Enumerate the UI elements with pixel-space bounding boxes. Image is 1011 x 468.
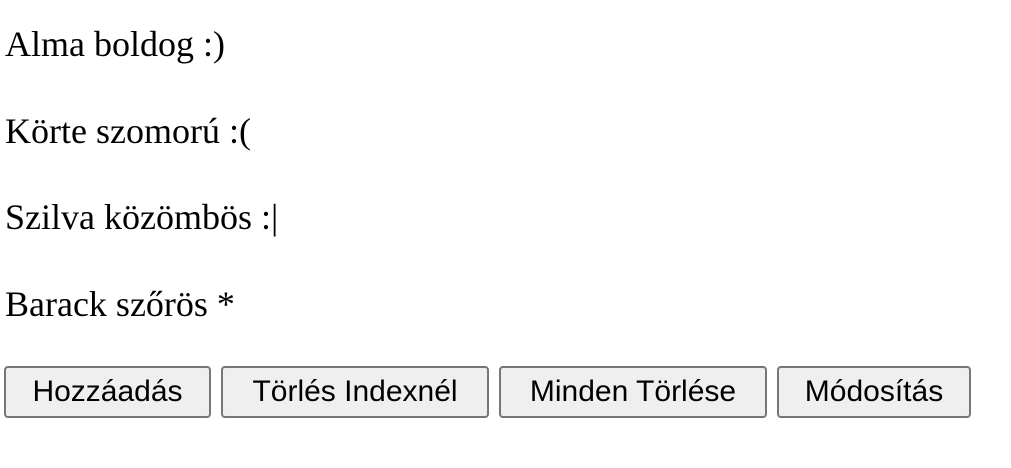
button-row: Hozzáadás Törlés Indexnél Minden Törlése… (4, 366, 971, 418)
fruit-line-barack: Barack szőrös * (5, 284, 235, 324)
delete-at-index-button[interactable]: Törlés Indexnél (221, 366, 489, 418)
page: Alma boldog :) Körte szomorú :( Szilva k… (0, 0, 1011, 468)
fruit-line-korte: Körte szomorú :( (5, 111, 251, 151)
add-button[interactable]: Hozzáadás (4, 366, 211, 418)
delete-all-button[interactable]: Minden Törlése (499, 366, 767, 418)
fruit-line-szilva: Szilva közömbös :| (5, 197, 279, 237)
modify-button[interactable]: Módosítás (777, 366, 971, 418)
fruit-line-alma: Alma boldog :) (5, 24, 225, 64)
